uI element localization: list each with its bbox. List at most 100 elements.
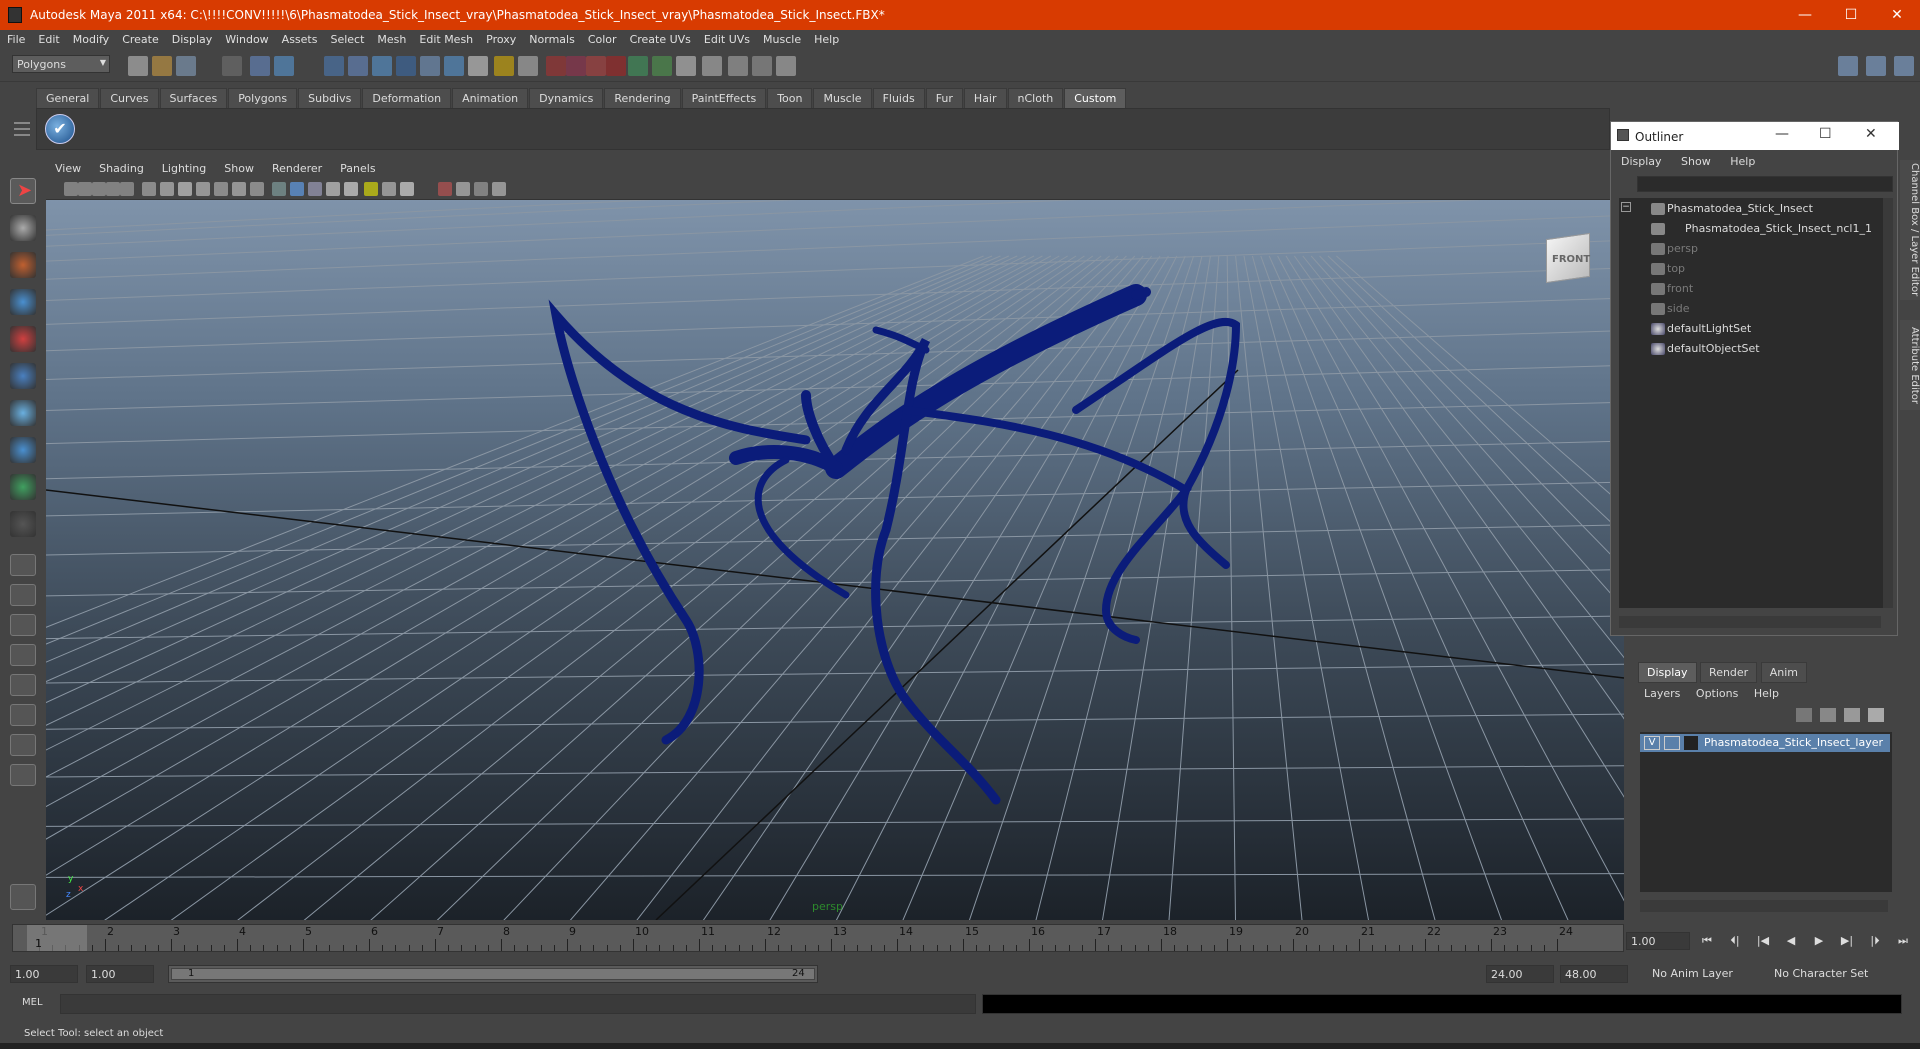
snap-plane-icon[interactable] [396, 56, 416, 76]
shelf-tab-fur[interactable]: Fur [925, 88, 963, 108]
menu-set-dropdown[interactable]: Polygons ▼ [12, 55, 110, 73]
tab-attribute-editor[interactable]: Attribute Editor [1900, 320, 1920, 410]
shelf-tab-fluids[interactable]: Fluids [872, 88, 925, 108]
lasso-tool-icon[interactable] [10, 215, 36, 241]
menu-select[interactable]: Select [323, 30, 370, 46]
close-button[interactable]: ✕ [1874, 0, 1920, 30]
side-by-side-layout-icon[interactable] [10, 614, 36, 636]
menu-proxy[interactable]: Proxy [479, 30, 522, 46]
open-scene-icon[interactable] [152, 56, 172, 76]
rotate-tool-icon[interactable] [10, 326, 36, 352]
shelf-tab-ncloth[interactable]: nCloth [1007, 88, 1064, 108]
select-tool-icon[interactable]: ➤ [10, 178, 36, 204]
new-layer-empty-icon[interactable] [1796, 708, 1812, 722]
menu-edit-mesh[interactable]: Edit Mesh [412, 30, 479, 46]
viewport-menu-shading[interactable]: Shading [90, 160, 153, 175]
manipulator-tool-icon[interactable] [10, 400, 36, 426]
range-slider-handle[interactable]: 1 24 [171, 968, 815, 980]
shelf-tab-curves[interactable]: Curves [100, 88, 159, 108]
layer-visibility-toggle[interactable]: V [1644, 736, 1660, 750]
render-icon[interactable] [546, 56, 566, 76]
shelf-tab-dynamics[interactable]: Dynamics [529, 88, 604, 108]
select-component-icon[interactable] [274, 56, 294, 76]
layer-type-toggle[interactable] [1664, 736, 1680, 750]
layer-row[interactable]: V Phasmatodea_Stick_Insect_layer [1640, 734, 1890, 752]
shelf-tab-custom[interactable]: Custom [1064, 88, 1127, 108]
camera-attributes-icon[interactable] [78, 182, 92, 196]
playback-end-field[interactable]: 48.00 [1560, 965, 1628, 983]
step-forward-key-icon[interactable]: |⏵ [1864, 932, 1886, 950]
gate-mask-icon[interactable] [196, 182, 210, 196]
xray-icon[interactable] [456, 182, 470, 196]
default-material-icon[interactable] [326, 182, 340, 196]
new-layer-selected-icon[interactable] [1820, 708, 1836, 722]
isolate-select-icon[interactable] [438, 182, 452, 196]
shaded-wireframe-icon[interactable] [308, 182, 322, 196]
help-icon[interactable] [468, 56, 488, 76]
maximize-button[interactable]: ☐ [1828, 0, 1874, 30]
shelf-tab-toon[interactable]: Toon [767, 88, 813, 108]
film-gate-icon[interactable] [160, 182, 174, 196]
layer-horizontal-scrollbar[interactable] [1640, 900, 1888, 912]
make-live-icon[interactable] [420, 56, 440, 76]
go-to-start-icon[interactable]: ⏮ [1696, 932, 1718, 950]
smooth-shade-icon[interactable] [290, 182, 304, 196]
shelf-tab-general[interactable]: General [36, 88, 100, 108]
layer-menu-help[interactable]: Help [1748, 684, 1785, 703]
outliner-item-set[interactable]: defaultLightSet [1619, 320, 1881, 338]
field-chart-icon[interactable] [214, 182, 228, 196]
layer-menu-options[interactable]: Options [1690, 684, 1744, 703]
animation-end-field[interactable]: 24.00 [1486, 965, 1554, 983]
time-slider[interactable]: 1234567891011121314151617181920212223241 [12, 924, 1624, 952]
menu-mesh[interactable]: Mesh [370, 30, 412, 46]
shelf-tab-subdivs[interactable]: Subdivs [298, 88, 362, 108]
high-quality-icon[interactable] [400, 182, 414, 196]
step-back-key-icon[interactable]: ⏴| [1724, 932, 1746, 950]
layer-menu-layers[interactable]: Layers [1638, 684, 1686, 703]
outliner-menu-help[interactable]: Help [1722, 152, 1763, 171]
history-icon[interactable] [444, 56, 464, 76]
viewport-menu-show[interactable]: Show [215, 160, 263, 175]
outliner-maximize-button[interactable]: ☐ [1819, 126, 1832, 142]
select-camera-icon[interactable] [64, 182, 78, 196]
render-view-icon[interactable] [702, 56, 722, 76]
menu-create-uvs[interactable]: Create UVs [623, 30, 697, 46]
collapse-tree-icon[interactable]: − [1621, 202, 1631, 212]
new-scene-icon[interactable] [128, 56, 148, 76]
show-tool-settings-icon[interactable] [1866, 56, 1886, 76]
persp-graph-layout-icon[interactable] [10, 644, 36, 666]
outliner-item-camera[interactable]: persp [1619, 240, 1881, 258]
option-icon[interactable] [776, 56, 796, 76]
outliner-vertical-scrollbar[interactable] [1883, 198, 1893, 608]
select-object-icon[interactable] [250, 56, 270, 76]
select-hierarchy-icon[interactable] [222, 56, 242, 76]
play-forwards-icon[interactable]: ▶ [1808, 932, 1830, 950]
menu-muscle[interactable]: Muscle [756, 30, 807, 46]
viewport-menu-view[interactable]: View [46, 160, 90, 175]
2d-pan-icon[interactable] [120, 182, 134, 196]
input-icon[interactable] [628, 56, 648, 76]
single-pane-layout-icon[interactable] [10, 554, 36, 576]
menu-help[interactable]: Help [807, 30, 845, 46]
step-forward-frame-icon[interactable]: ▶| [1836, 932, 1858, 950]
outliner-minimize-button[interactable]: — [1775, 126, 1789, 142]
menu-edit[interactable]: Edit [31, 30, 65, 46]
step-back-frame-icon[interactable]: |◀ [1752, 932, 1774, 950]
outliner-item-group[interactable]: Phasmatodea_Stick_Insect [1619, 200, 1881, 218]
shelf-tab-painteffects[interactable]: PaintEffects [681, 88, 767, 108]
tab-render-layers[interactable]: Render [1700, 662, 1758, 683]
menu-edit-uvs[interactable]: Edit UVs [697, 30, 756, 46]
anim-layer-dropdown[interactable]: No Anim Layer [1648, 965, 1758, 983]
layer-options-icon[interactable] [1844, 708, 1860, 722]
xray-joints-icon[interactable] [474, 182, 488, 196]
safe-action-icon[interactable] [232, 182, 246, 196]
scale-tool-icon[interactable] [10, 363, 36, 389]
image-plane-icon[interactable] [106, 182, 120, 196]
viewport-menu-lighting[interactable]: Lighting [153, 160, 215, 175]
snap-curve-icon[interactable] [348, 56, 368, 76]
outliner-item-camera[interactable]: top [1619, 260, 1881, 278]
textured-icon[interactable] [344, 182, 358, 196]
view-cube[interactable]: FRONT [1538, 224, 1598, 284]
viewport-menu-panels[interactable]: Panels [331, 160, 384, 175]
soft-mod-tool-icon[interactable] [10, 437, 36, 463]
